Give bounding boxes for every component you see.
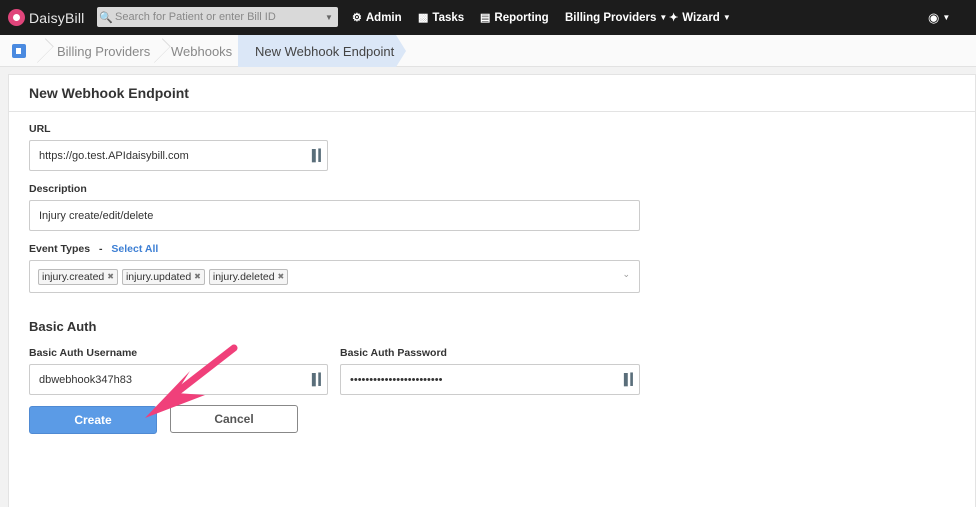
remove-tag-icon[interactable]: ✖	[278, 272, 285, 281]
breadcrumb-billing-providers[interactable]: Billing Providers	[57, 35, 150, 67]
nav-reporting[interactable]: ▤ Reporting	[480, 0, 549, 35]
password-value: ••••••••••••••••••••••••	[350, 373, 443, 386]
remove-tag-icon[interactable]: ✖	[107, 272, 114, 281]
webhook-form-panel: New Webhook Endpoint URL https://go.test…	[8, 74, 976, 507]
event-tag-label: injury.deleted	[212, 270, 275, 283]
nav-billing-providers[interactable]: Billing Providers ▼	[565, 0, 667, 35]
event-tag: injury.created ✖	[38, 268, 118, 285]
wand-icon: ✦	[669, 12, 679, 24]
patient-search[interactable]: 🔍 ▼	[97, 7, 338, 27]
description-value: Injury create/edit/delete	[39, 209, 154, 222]
event-tag: injury.updated ✖	[121, 268, 205, 285]
remove-tag-icon[interactable]: ✖	[194, 272, 201, 281]
username-field[interactable]: dbwebhook347h83 ▌▎	[29, 364, 328, 395]
top-navbar: DaisyBill 🔍 ▼ ⚙ Admin ▩ Tasks ▤ Reportin…	[0, 0, 976, 35]
search-caret-icon[interactable]: ▼	[320, 13, 338, 22]
breadcrumb-current: New Webhook Endpoint	[238, 35, 406, 67]
nav-tasks-label: Tasks	[432, 11, 465, 24]
event-tag-label: injury.created	[42, 270, 105, 283]
clipboard-icon: ▩	[418, 12, 429, 24]
cancel-button[interactable]: Cancel	[170, 405, 298, 433]
daisy-logo-icon	[8, 9, 25, 26]
username-value: dbwebhook347h83	[39, 373, 132, 386]
basic-auth-heading: Basic Auth	[29, 319, 97, 334]
password-field[interactable]: •••••••••••••••••••••••• ▌▎	[340, 364, 640, 395]
chevron-down-icon[interactable]: ⌄	[622, 269, 630, 280]
search-icon: 🔍	[99, 11, 113, 24]
nav-tasks[interactable]: ▩ Tasks	[418, 0, 464, 35]
event-tag: injury.deleted ✖	[208, 268, 289, 285]
breadcrumb-separator	[155, 35, 165, 67]
breadcrumb-webhooks[interactable]: Webhooks	[171, 35, 232, 67]
create-button[interactable]: Create	[29, 406, 157, 434]
nav-wizard-label: Wizard	[682, 11, 720, 24]
description-label: Description	[29, 183, 87, 195]
chevron-down-icon: ▼	[942, 13, 951, 22]
description-field[interactable]: Injury create/edit/delete	[29, 200, 640, 231]
event-types-separator: -	[99, 243, 103, 255]
event-types-select[interactable]: injury.created ✖ injury.updated ✖ injury…	[29, 260, 640, 293]
username-label: Basic Auth Username	[29, 347, 138, 359]
chevron-down-icon: ▼	[659, 13, 668, 22]
home-icon	[12, 44, 26, 58]
nav-wizard[interactable]: ✦ Wizard ▼	[669, 0, 731, 35]
select-all-link[interactable]: Select All	[111, 243, 158, 255]
password-manager-icon[interactable]: ▌▎	[311, 373, 327, 386]
nav-reporting-label: Reporting	[494, 11, 549, 24]
event-types-label: Event Types	[29, 243, 91, 255]
password-label: Basic Auth Password	[340, 347, 447, 359]
url-value: https://go.test.APIdaisybill.com	[39, 149, 189, 162]
event-types-label-row: Event Types - Select All	[29, 243, 158, 255]
nav-admin[interactable]: ⚙ Admin	[352, 0, 402, 35]
user-menu[interactable]: ◉ ▼	[928, 0, 950, 35]
nav-admin-label: Admin	[365, 11, 402, 24]
gear-icon: ⚙	[352, 12, 362, 24]
search-input[interactable]	[115, 11, 320, 23]
breadcrumb: Billing Providers Webhooks New Webhook E…	[0, 35, 976, 67]
page-title: New Webhook Endpoint	[9, 75, 975, 112]
nav-billing-providers-label: Billing Providers	[565, 11, 657, 24]
url-label: URL	[29, 123, 51, 135]
url-field[interactable]: https://go.test.APIdaisybill.com ▌▎	[29, 140, 328, 171]
bar-chart-icon: ▤	[480, 12, 491, 24]
password-manager-icon[interactable]: ▌▎	[623, 373, 639, 386]
password-manager-icon[interactable]: ▌▎	[311, 149, 327, 162]
breadcrumb-separator	[38, 35, 48, 67]
brand-name: DaisyBill	[29, 9, 85, 26]
brand-logo-link[interactable]: DaisyBill	[8, 9, 90, 26]
event-tag-label: injury.updated	[125, 270, 192, 283]
chevron-down-icon: ▼	[722, 13, 731, 22]
user-circle-icon: ◉	[928, 9, 940, 25]
